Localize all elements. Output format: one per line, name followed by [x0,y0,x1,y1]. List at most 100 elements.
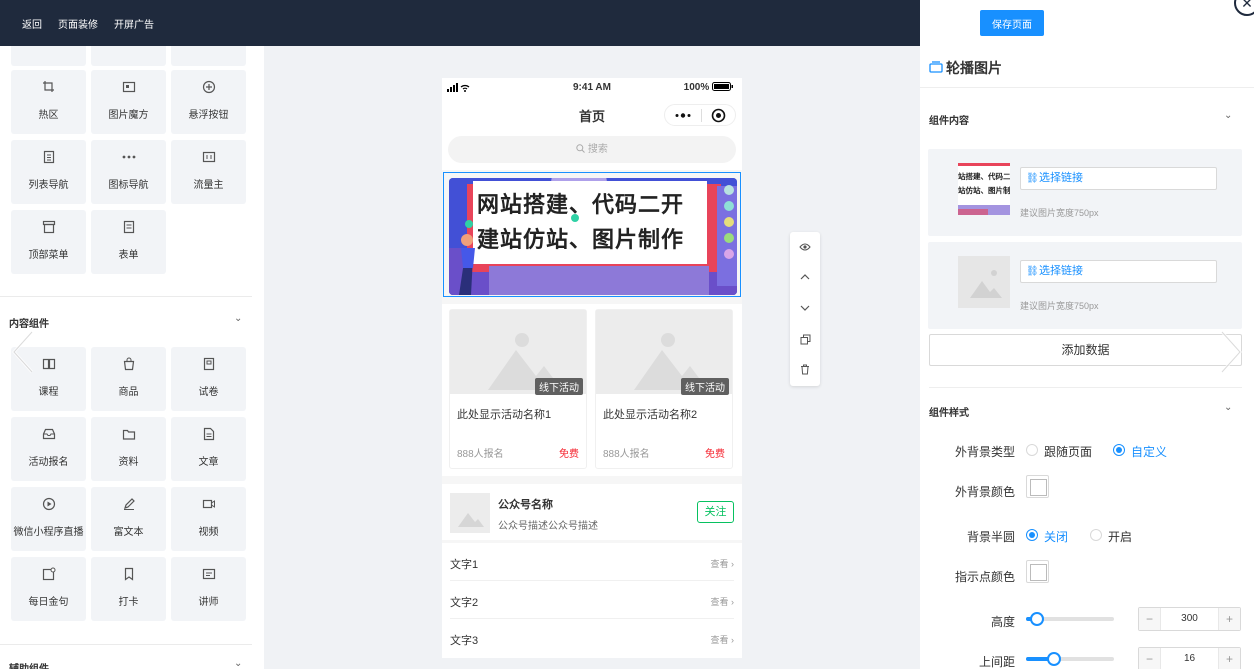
height-value[interactable]: 300 [1161,613,1218,624]
select-link-input[interactable]: ⛓ 选择链接 [1020,167,1217,190]
search-input[interactable]: 搜索 [448,136,736,163]
tile-icon-nav[interactable]: 图标导航 [91,140,166,204]
chevron-down-icon[interactable]: ⌄ [1224,402,1232,413]
decrement-button[interactable]: − [1139,608,1161,630]
tile-traffic[interactable]: 流量主 [171,140,246,204]
image-thumbnail[interactable]: 站搭建、代码二 站仿站、图片制 [958,163,1010,215]
panel-title: 轮播图片 [946,60,1002,76]
editor-app: 返回 页面装修 开屏广告 页面设置 保存页面 ✕ 热区 图片魔方 悬浮按钮 列表… [0,0,1254,669]
tile-video[interactable]: 视频 [171,487,246,551]
increment-button[interactable]: + [1218,648,1240,669]
half-round-off-radio[interactable]: 关闭 [1026,528,1068,545]
image-cube-icon [91,80,166,94]
tile-label: 每日金句 [28,597,69,608]
bg-type-custom-radio[interactable]: 自定义 [1113,443,1167,460]
divider [0,296,252,297]
chevron-down-icon[interactable]: ⌄ [1224,110,1232,121]
half-round-label: 背景半圆 [966,530,1015,544]
top-margin-value[interactable]: 16 [1161,653,1218,664]
view-link[interactable]: 查看 › [710,595,734,608]
height-slider[interactable] [1026,612,1114,626]
prev-arrow-icon[interactable] [8,328,38,376]
tile-checkin[interactable]: 打卡 [91,557,166,621]
splash-ad-tab[interactable]: 开屏广告 [114,16,154,31]
slider-handle[interactable] [1047,652,1061,666]
price-label: 免费 [705,449,725,460]
list-item-text: 文字1 [450,559,479,571]
search-placeholder: 搜索 [587,144,608,155]
eye-icon[interactable] [790,232,820,262]
tile-exam[interactable]: 试卷 [171,347,246,411]
height-label: 高度 [990,615,1015,629]
chevron-right-icon: › [731,597,734,607]
tile-hotzone[interactable]: 热区 [11,70,86,134]
half-round-on-radio[interactable]: 开启 [1090,528,1132,545]
aux-section-title: 辅助组件 [9,660,49,669]
partial-tile[interactable] [91,46,166,66]
official-account-desc: 公众号描述公众号描述 [498,521,598,532]
tile-top-menu[interactable]: 顶部菜单 [11,210,86,274]
tile-goods[interactable]: 商品 [91,347,166,411]
tile-form[interactable]: 表单 [91,210,166,274]
increment-button[interactable]: + [1218,608,1240,630]
move-up-icon[interactable] [790,262,820,292]
follow-button[interactable]: 关注 [697,501,734,523]
bg-color-picker[interactable] [1026,475,1049,498]
list-item[interactable]: 文字1 查看 › [450,543,734,581]
id-card-icon [171,567,246,581]
activity-card[interactable]: 线下活动 此处显示活动名称1 888人报名 免费 [449,309,587,469]
folder-icon [91,427,166,441]
activity-card[interactable]: 线下活动 此处显示活动名称2 888人报名 免费 [595,309,733,469]
half-round-row: 背景半圆 关闭 开启 [920,523,1254,547]
tile-mini-live[interactable]: 微信小程序直播 [11,487,86,551]
page-decor-tab[interactable]: 页面装修 [58,16,98,31]
carousel-icon [929,61,943,73]
tile-float-button[interactable]: 悬浮按钮 [171,70,246,134]
bag-icon [91,357,166,371]
dot-color-row: 指示点颜色 [920,560,1254,584]
tile-material[interactable]: 资料 [91,417,166,481]
delete-icon[interactable] [790,354,820,384]
carousel-banner[interactable]: 网站搭建、代码二开 建站仿站、图片制作 [443,172,741,297]
mini-program-capsule[interactable] [664,104,736,126]
tile-lecturer[interactable]: 讲师 [171,557,246,621]
slider-handle[interactable] [1030,612,1044,626]
partial-tile[interactable] [171,46,246,66]
tile-list-nav[interactable]: 列表导航 [11,140,86,204]
official-account-block[interactable]: 公众号名称 公众号描述公众号描述 关注 [442,484,742,540]
dots-icon [91,150,166,164]
list-item[interactable]: 文字2 查看 › [450,581,734,619]
tile-daily-quote[interactable]: 每日金句 [11,557,86,621]
top-actions: 页面设置 保存页面 [920,0,1254,46]
dot-color-picker[interactable] [1026,560,1049,583]
chevron-down-icon[interactable]: ⌄ [234,313,242,324]
view-link[interactable]: 查看 › [710,557,734,570]
status-bar: 9:41 AM 100% [442,78,742,98]
back-button[interactable]: 返回 [22,16,42,31]
add-data-button[interactable]: 添加数据 [929,334,1242,366]
select-link-input[interactable]: ⛓ 选择链接 [1020,260,1217,283]
move-down-icon[interactable] [790,293,820,323]
bg-type-follow-radio[interactable]: 跟随页面 [1026,443,1092,460]
page-settings-button[interactable]: 页面设置 [920,16,960,31]
save-page-button[interactable]: 保存页面 [980,10,1044,36]
top-margin-slider[interactable] [1026,652,1114,666]
chevron-down-icon[interactable]: ⌄ [234,658,242,669]
tile-article[interactable]: 文章 [171,417,246,481]
decrement-button[interactable]: − [1139,648,1161,669]
view-link[interactable]: 查看 › [710,633,734,646]
tile-image-cube[interactable]: 图片魔方 [91,70,166,134]
tile-rich-text[interactable]: 富文本 [91,487,166,551]
tile-label: 悬浮按钮 [188,110,229,121]
list-item-text: 文字2 [450,597,479,609]
thumb-text-line1: 站搭建、代码二 [958,172,1010,181]
list-item[interactable]: 文字3 查看 › [450,619,734,657]
placeholder-image-icon[interactable] [958,256,1010,308]
more-dots-icon[interactable] [674,111,692,120]
partial-tile[interactable] [11,46,86,66]
next-arrow-icon[interactable] [1216,328,1246,376]
record-icon[interactable] [711,108,726,123]
copy-icon[interactable] [790,324,820,354]
battery-indicator: 100% [684,82,734,93]
tile-activity-signup[interactable]: 活动报名 [11,417,86,481]
